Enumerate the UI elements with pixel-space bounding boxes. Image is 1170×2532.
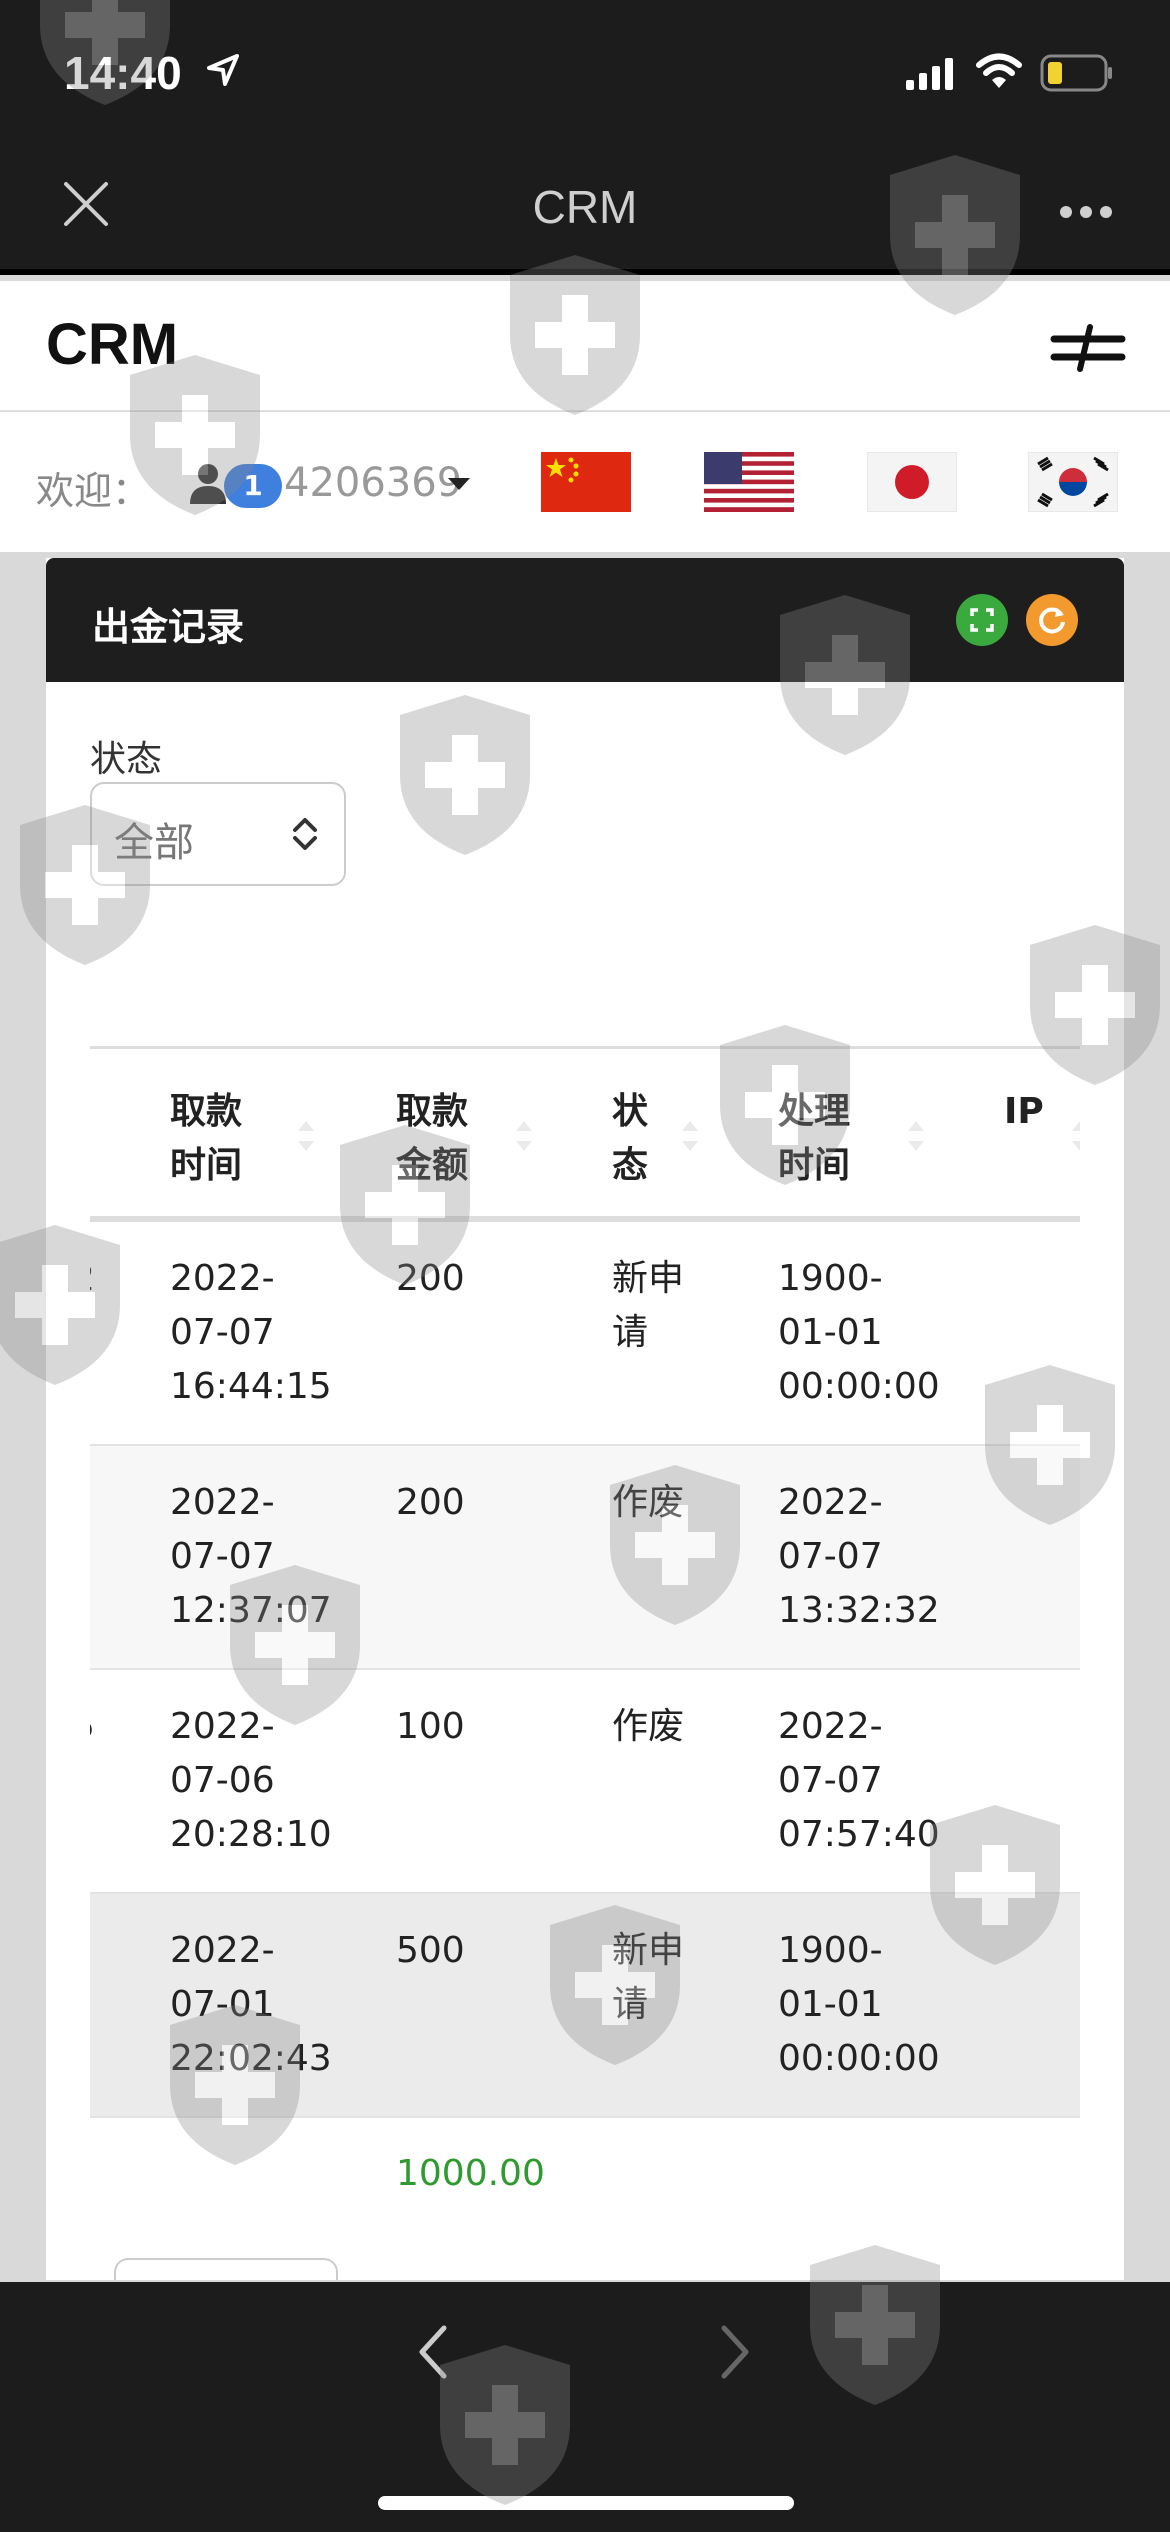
cell-withdraw-time: 2022- 07-07 12:37:07	[170, 1482, 332, 1631]
sort-icon[interactable]	[296, 1119, 316, 1153]
welcome-bar: 欢迎： 1 4206369	[0, 412, 1170, 552]
cell-amount: 500	[396, 1930, 465, 1971]
header-process-time[interactable]: 处理 时间	[778, 1085, 850, 1193]
cell-process-time: 2022- 07-07 13:32:32	[778, 1482, 940, 1631]
cell-status: 作废	[612, 1482, 685, 1523]
home-indicator[interactable]	[378, 2496, 794, 2510]
forward-arrow-icon[interactable]	[718, 2322, 754, 2382]
cell-process-time: 1900- 01-01 00:00:00	[778, 1930, 940, 2079]
refresh-button[interactable]	[1026, 594, 1078, 646]
flag-china-icon[interactable]	[541, 452, 631, 512]
cell-amount: 200	[396, 1258, 465, 1299]
withdrawal-table[interactable]: 取款时间 取款金额 状态 处理时间 IP 2 2022-0	[90, 1046, 1080, 2122]
table-row: 2022- 07-01 22:02:43 500 新申请 1900- 01-01 00:…	[90, 1894, 1080, 2118]
cell-status: 新申请	[612, 1930, 685, 2025]
sort-icon[interactable]	[906, 1119, 926, 1153]
pagination-control[interactable]	[114, 2258, 338, 2280]
status-filter-select[interactable]: 全部	[90, 782, 346, 886]
status-bar: 14:40	[0, 0, 1170, 150]
wifi-icon	[976, 53, 1022, 88]
user-badge: 1	[224, 464, 282, 508]
battery-icon	[1040, 54, 1112, 92]
cell-process-time: 1900- 01-01 00:00:00	[778, 1258, 940, 1407]
signal-icon	[906, 58, 953, 90]
cell-amount: 100	[396, 1706, 465, 1747]
app-header: CRM	[0, 281, 1170, 411]
flag-usa-icon[interactable]	[704, 452, 794, 512]
header-ip[interactable]: IP	[1004, 1085, 1044, 1139]
back-arrow-icon[interactable]	[414, 2322, 450, 2382]
table-header: 取款 时间 取款 金额 状态 处理 时间 IP	[90, 1046, 1080, 1222]
browser-bottom-bar	[0, 2282, 1170, 2532]
chevron-down-icon[interactable]	[448, 478, 470, 492]
cell-truncated: 2	[90, 1252, 95, 1306]
browser-nav-bar: CRM	[0, 150, 1170, 275]
header-status[interactable]: 状态	[612, 1085, 648, 1193]
sort-icon[interactable]	[1070, 1119, 1080, 1153]
fullscreen-button[interactable]	[956, 594, 1008, 646]
user-icon	[190, 464, 226, 504]
fullscreen-icon	[970, 608, 994, 632]
select-arrows-icon	[293, 818, 317, 850]
table-row: 5 2022-07-0620:28:10 100 作废 2022-07-0707…	[90, 1670, 1080, 1894]
header-withdraw-amount[interactable]: 取款 金额	[396, 1085, 468, 1193]
cell-withdraw-time: 2022- 07-07 16:44:15	[170, 1258, 332, 1407]
card-title: 出金记录	[92, 605, 245, 649]
welcome-label: 欢迎：	[36, 469, 151, 513]
flag-korea-icon[interactable]	[1028, 452, 1118, 512]
withdrawal-records-card: 出金记录 状态 全部 取款 时间 取款 金额 状 态 处理 时间 IP 2022…	[46, 558, 1124, 2280]
card-header: 出金记录	[46, 558, 1124, 682]
status-filter-value: 全部	[114, 820, 194, 866]
cell-withdraw-time: 2022- 07-06 20:28:10	[170, 1706, 332, 1855]
cell-status: 作废	[612, 1706, 685, 1747]
cell-process-time: 2022- 07-07 07:57:40	[778, 1706, 940, 1855]
sort-icon[interactable]	[514, 1119, 534, 1153]
cell-truncated: 5	[90, 1700, 95, 1754]
flag-japan-icon[interactable]	[867, 452, 957, 512]
app-logo[interactable]: CRM	[46, 311, 178, 378]
header-withdraw-time[interactable]: 取款 时间	[170, 1085, 242, 1193]
amount-total: 1000.00	[396, 2153, 545, 2194]
sort-icon[interactable]	[680, 1119, 700, 1153]
more-icon[interactable]	[1058, 204, 1114, 220]
menu-toggle-icon[interactable]	[1050, 323, 1126, 373]
refresh-icon	[1039, 607, 1065, 634]
cell-amount: 200	[396, 1482, 465, 1523]
status-time: 14:40	[64, 47, 182, 99]
user-id[interactable]: 4206369	[284, 460, 462, 506]
status-filter-label: 状态	[90, 739, 163, 780]
table-row: 2022- 07-07 12:37:07 200 作废 2022- 07-07 13:3…	[90, 1446, 1080, 1670]
cell-withdraw-time: 2022- 07-01 22:02:43	[170, 1930, 332, 2079]
table-row: 2 2022-07-0716:44:15 200 新申请 1900-01-010…	[90, 1222, 1080, 1446]
cell-status: 新申请	[612, 1258, 685, 1353]
location-arrow-icon	[207, 54, 239, 86]
nav-title: CRM	[532, 181, 638, 233]
